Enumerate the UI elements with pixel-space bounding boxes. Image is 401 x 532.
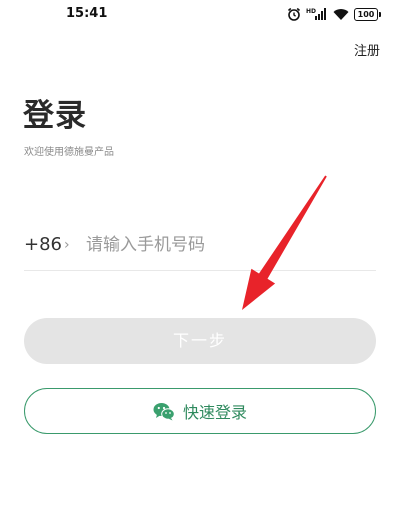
battery-level: 100 [354,7,378,21]
hd-signal-icon: HD [306,7,328,21]
page-subtitle: 欢迎使用德施曼产品 [24,147,114,158]
page-title: 登录 [23,98,87,134]
next-button[interactable]: 下一步 [24,318,376,364]
phone-input-row: +86 › [24,226,376,271]
status-time: 15:41 [66,6,108,21]
register-link[interactable]: 注册 [354,40,380,59]
quick-login-button[interactable]: 快速登录 [24,388,376,434]
status-bar: 15:41 HD 100 [0,0,401,30]
wechat-icon [153,402,175,421]
svg-text:HD: HD [306,8,316,15]
country-code-selector[interactable]: +86 [24,234,62,255]
status-icons: HD 100 [287,6,381,22]
quick-login-label: 快速登录 [182,403,247,422]
chevron-right-icon: › [64,237,70,253]
alarm-icon [287,7,301,21]
battery-icon: 100 [354,7,381,21]
phone-number-input[interactable] [86,230,366,260]
wifi-icon [333,8,349,21]
